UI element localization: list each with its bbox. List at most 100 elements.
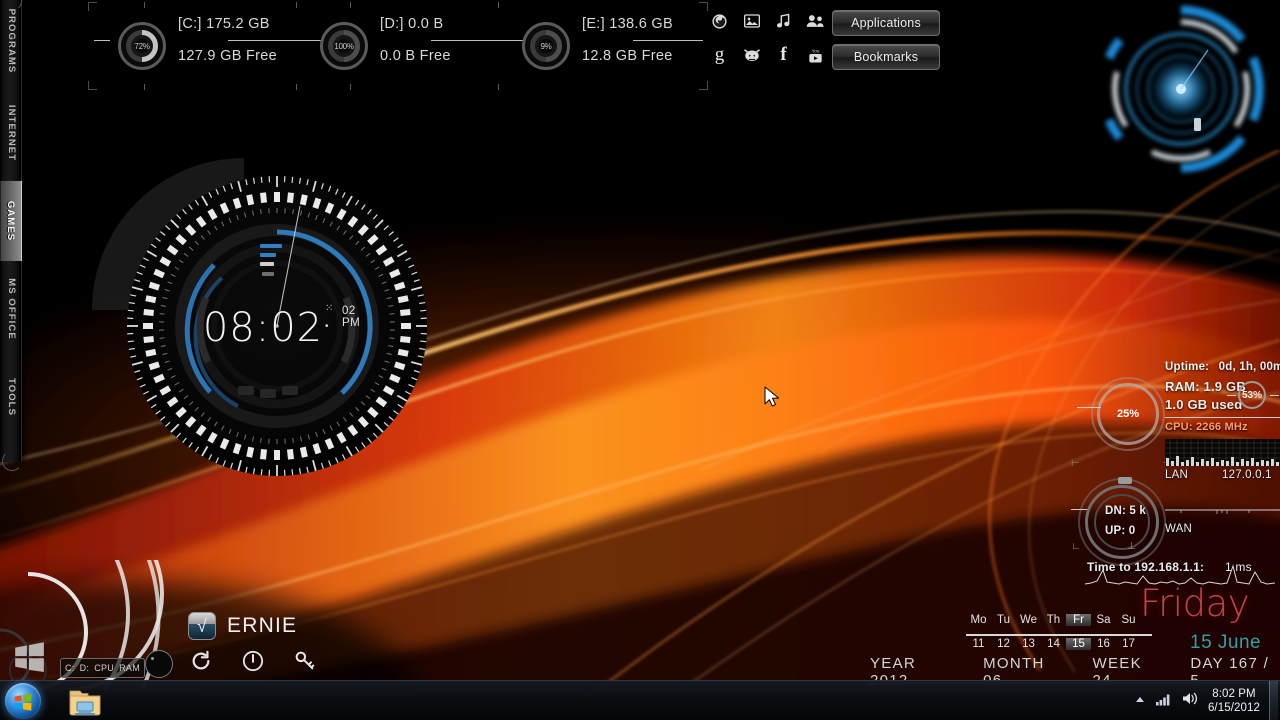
- calendar-day[interactable]: 11: [966, 638, 991, 650]
- music-icon[interactable]: [774, 12, 793, 31]
- network-traffic-graph: [1165, 503, 1280, 517]
- calendar-day[interactable]: 14: [1041, 638, 1066, 650]
- tick-mark: ⊢: [1071, 458, 1080, 469]
- contacts-icon[interactable]: [806, 12, 825, 31]
- taskbar-date: 6/15/2012: [1207, 702, 1260, 714]
- facebook-icon[interactable]: f: [774, 44, 793, 65]
- clock-seconds-glyph: ⁙: [325, 303, 334, 314]
- youtube-icon[interactable]: You: [806, 46, 825, 65]
- checkmark-icon[interactable]: √: [188, 612, 216, 640]
- system-monitor-panel: 25% ⊤ + ⊢ Uptime: 0d, 1h, 00m RAM: 1.9 G…: [1065, 355, 1280, 585]
- pictures-icon[interactable]: [742, 12, 761, 31]
- calendar-weekday-today: Fr: [1066, 614, 1091, 626]
- windows-taskbar: 8:02 PM 6/15/2012: [0, 680, 1280, 720]
- start-button[interactable]: [5, 683, 41, 719]
- devil-icon[interactable]: [742, 46, 761, 65]
- section-divider: [1165, 417, 1280, 418]
- sidebar-item-ms-office[interactable]: MS OFFICE: [0, 269, 22, 349]
- windows-logo-icon[interactable]: [12, 638, 46, 672]
- day-date-label: 15 June: [1190, 632, 1262, 653]
- calendar-weekday: Tu: [997, 614, 1010, 626]
- calendar-day[interactable]: 13: [1016, 638, 1041, 650]
- clock-seconds-indicator: ⁙ •: [325, 303, 334, 332]
- show-hidden-icon[interactable]: [1134, 692, 1146, 710]
- calendar-weekday: We: [1019, 614, 1038, 626]
- tick-mark: [296, 2, 297, 8]
- applications-button[interactable]: Applications: [832, 10, 940, 36]
- connector-line: [1270, 395, 1279, 396]
- sidebar-item-tools[interactable]: TOOLS: [0, 357, 22, 437]
- sidebar-item-games[interactable]: GAMES: [0, 181, 22, 261]
- bracket-corner-icon: [699, 2, 708, 11]
- day-name-label: Friday: [1140, 582, 1250, 625]
- windows-flag-icon: [13, 691, 33, 711]
- dock-knob-control[interactable]: [145, 650, 173, 678]
- calendar-day[interactable]: 17: [1116, 638, 1141, 650]
- tick-mark: [498, 2, 499, 8]
- key-icon[interactable]: [294, 650, 316, 672]
- tick-mark: [350, 84, 351, 90]
- disk-percent-c: 72%: [134, 39, 150, 53]
- connector-line: [1227, 395, 1236, 396]
- connector-line: [1071, 509, 1087, 510]
- restart-icon[interactable]: [190, 650, 212, 672]
- sidebar-item-label: MS OFFICE: [6, 278, 17, 340]
- taskbar-clock[interactable]: 8:02 PM 6/15/2012: [1208, 687, 1260, 715]
- tick-mark: [144, 2, 145, 8]
- calendar-weekday: Sa: [1096, 614, 1111, 626]
- calendar-day[interactable]: 12: [991, 638, 1016, 650]
- uptime-label-text: Uptime:: [1165, 361, 1210, 373]
- calendar-day[interactable]: 16: [1091, 638, 1116, 650]
- lan-label: LAN: [1165, 469, 1188, 481]
- disk-percent-e: 9%: [539, 39, 553, 53]
- disk-dial-c: 72%: [118, 22, 166, 70]
- uptime-value: 0d, 1h, 00m: [1218, 361, 1280, 373]
- connector-line: [94, 40, 110, 41]
- meter-label-c: C:: [64, 663, 75, 673]
- hud-orb-widget: [1090, 0, 1272, 178]
- dock-meter-labels: C: D: CPU RAM: [60, 658, 145, 678]
- sidebar-item-programs[interactable]: PROGRAMS: [0, 1, 22, 81]
- firefox-icon[interactable]: [710, 12, 729, 31]
- cpu-usage-gauge: 25%: [1091, 377, 1165, 451]
- clock-minute-short: 02: [342, 305, 356, 317]
- calendar-widget: Mo Tu We Th Fr Sa Su 11 12 13 14 15 16 1…: [966, 614, 1152, 658]
- bracket-corner-icon: [699, 81, 708, 90]
- tick-mark: [350, 2, 351, 8]
- tick-mark: [144, 84, 145, 90]
- explorer-icon[interactable]: [68, 685, 102, 717]
- clock-meridiem: 02 PM: [342, 305, 360, 329]
- calendar-weekday-row: Mo Tu We Th Fr Sa Su: [966, 614, 1146, 626]
- launcher-icon-row-applications: [710, 8, 825, 34]
- calendar-weekday: Mo: [970, 614, 987, 626]
- ram-total: RAM: 1.9 GB: [1165, 379, 1246, 394]
- system-tray: 8:02 PM 6/15/2012: [1134, 681, 1278, 720]
- lan-ip: 127.0.0.1: [1222, 469, 1272, 481]
- tick-mark: [498, 84, 499, 90]
- upload-rate: UP: 0: [1105, 525, 1136, 537]
- bracket-corner-icon: ∟: [1071, 541, 1081, 552]
- clock-ampm-label: PM: [342, 317, 361, 329]
- sidebar[interactable]: PROGRAMS INTERNET GAMES MS OFFICE TOOLS: [0, 0, 22, 471]
- disk-gauges-panel: 72% [C:] 175.2 GB 127.9 GB Free 100% [D:…: [88, 2, 708, 90]
- mouse-cursor: [764, 386, 782, 415]
- launcher-icon-row-bookmarks: g f You: [710, 42, 825, 68]
- clock-widget: 08:02 ⁙ • 02 PM: [110, 158, 444, 494]
- network-gauge: [1078, 477, 1166, 566]
- disk-dial-e: 9%: [522, 22, 570, 70]
- bracket-corner-icon: [88, 2, 97, 11]
- network-icon[interactable]: [1155, 692, 1172, 711]
- show-desktop-button[interactable]: [1269, 681, 1278, 720]
- google-icon[interactable]: g: [710, 44, 729, 65]
- cpu-usage-value: 25%: [1116, 408, 1140, 420]
- connector-line: [1077, 407, 1101, 408]
- user-block: √ ERNIE: [188, 612, 297, 640]
- sidebar-item-internet[interactable]: INTERNET: [0, 93, 22, 173]
- power-icon[interactable]: [242, 650, 264, 672]
- calendar-day-row: 11 12 13 14 15 16 17: [966, 638, 1146, 650]
- svg-text:You: You: [812, 48, 820, 53]
- volume-icon[interactable]: [1181, 691, 1199, 711]
- calendar-day-today[interactable]: 15: [1066, 638, 1091, 650]
- username-label: ERNIE: [227, 614, 298, 637]
- bookmarks-button[interactable]: Bookmarks: [832, 44, 940, 70]
